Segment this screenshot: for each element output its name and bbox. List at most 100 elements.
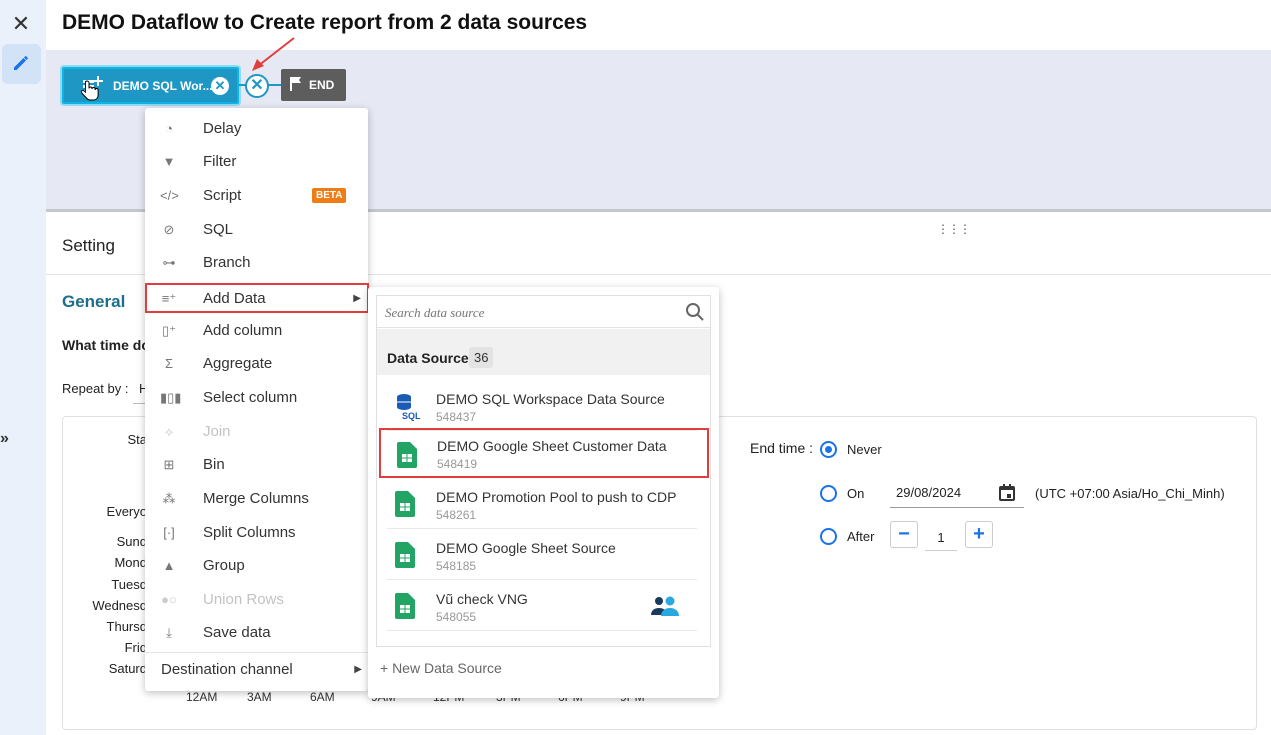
menu-item-branch[interactable]: ⊶ Branch bbox=[145, 247, 368, 279]
save-icon: ⤓ bbox=[166, 625, 172, 640]
increment-button[interactable]: + bbox=[965, 521, 993, 548]
menu-item-label: Add Data bbox=[203, 290, 266, 307]
page-title: DEMO Dataflow to Create report from 2 da… bbox=[62, 11, 588, 34]
data-source-id: 548185 bbox=[436, 559, 477, 573]
data-source-item[interactable]: DEMO Promotion Pool to push to CDP 54826… bbox=[387, 479, 697, 529]
menu-item-label: Group bbox=[203, 557, 245, 574]
calendar-icon[interactable] bbox=[998, 484, 1016, 502]
menu-item-label: Filter bbox=[203, 153, 237, 170]
shared-users-icon bbox=[651, 596, 679, 616]
decrement-button[interactable]: − bbox=[890, 521, 918, 548]
day-label: Sund bbox=[116, 534, 147, 549]
hour-label: 6AM bbox=[310, 690, 335, 704]
resize-handle-icon[interactable]: ⋮⋮⋮ bbox=[937, 222, 971, 236]
sigma-icon: Σ bbox=[164, 356, 174, 371]
search-icon[interactable] bbox=[685, 302, 705, 322]
menu-item-label: Split Columns bbox=[203, 524, 296, 541]
beta-badge: BETA bbox=[312, 188, 347, 203]
menu-item-select-column[interactable]: ▮▯▮ Select column bbox=[145, 382, 368, 414]
menu-item-delay[interactable]: ◔ Delay bbox=[145, 113, 368, 145]
hour-label: 3AM bbox=[247, 690, 272, 704]
data-source-name: DEMO Google Sheet Source bbox=[436, 540, 616, 556]
select-column-icon: ▮▯▮ bbox=[160, 390, 182, 405]
menu-item-add-data[interactable]: ≡⁺ Add Data ▶ bbox=[145, 283, 369, 313]
menu-item-label: Bin bbox=[203, 456, 225, 473]
menu-item-script[interactable]: </> Script BETA bbox=[145, 180, 368, 212]
menu-item-filter[interactable]: ▼ Filter bbox=[145, 146, 368, 178]
hand-cursor-icon bbox=[81, 80, 99, 101]
menu-item-label: Add column bbox=[203, 322, 283, 339]
edit-button[interactable] bbox=[2, 44, 41, 84]
data-source-list-box: Data Source: 36 SQL DEMO SQL Workspace D… bbox=[376, 295, 711, 647]
branch-icon: ⊶ bbox=[162, 255, 176, 270]
hour-label: 12AM bbox=[186, 690, 218, 704]
menu-item-bin[interactable]: ⊞ Bin bbox=[145, 449, 368, 481]
menu-item-label: Save data bbox=[203, 624, 271, 641]
schedule-question: What time do bbox=[62, 337, 150, 353]
data-source-item[interactable]: DEMO Google Sheet Source 548185 bbox=[387, 530, 697, 580]
menu-item-label: Join bbox=[203, 423, 231, 440]
new-data-source-link[interactable]: + New Data Source bbox=[380, 660, 502, 676]
google-sheet-icon bbox=[397, 442, 417, 468]
annotation-arrow-icon bbox=[252, 37, 295, 71]
menu-item-save-data[interactable]: ⤓ Save data bbox=[145, 617, 368, 649]
menu-item-destination-channel[interactable]: Destination channel bbox=[161, 661, 293, 678]
menu-item-split-columns[interactable]: [·] Split Columns bbox=[145, 517, 368, 549]
menu-item-aggregate[interactable]: Σ Aggregate bbox=[145, 348, 368, 380]
end-after-radio[interactable] bbox=[820, 528, 837, 545]
menu-item-add-column[interactable]: ▯⁺ Add column bbox=[145, 315, 368, 347]
menu-item-label: Aggregate bbox=[203, 355, 273, 372]
general-section-title: General bbox=[62, 292, 126, 311]
remove-node-icon[interactable]: ✕ bbox=[211, 77, 229, 95]
day-label: Sta bbox=[127, 432, 147, 447]
end-on-radio[interactable] bbox=[820, 485, 837, 502]
end-time-label: End time : bbox=[750, 440, 814, 456]
menu-item-label: Delay bbox=[203, 120, 242, 137]
day-label: Tuesd bbox=[111, 577, 147, 592]
after-count-input[interactable]: 1 bbox=[925, 523, 957, 551]
merge-icon: ⁂ bbox=[162, 491, 176, 506]
menu-item-sql[interactable]: ⊘ SQL bbox=[145, 214, 368, 246]
connector-add-icon[interactable]: ✕ bbox=[245, 74, 269, 98]
data-source-count-badge: 36 bbox=[469, 347, 494, 368]
data-source-item[interactable]: Vũ check VNG 548055 bbox=[387, 581, 697, 631]
menu-item-label: Select column bbox=[203, 389, 298, 406]
split-icon: [·] bbox=[163, 525, 175, 540]
expand-icon[interactable]: » bbox=[0, 430, 18, 450]
submenu-chevron-icon: ▶ bbox=[353, 293, 361, 304]
end-node-label: END bbox=[309, 78, 335, 92]
menu-item-merge-columns[interactable]: ⁂ Merge Columns bbox=[145, 483, 368, 515]
data-source-name: Vũ check VNG bbox=[436, 591, 528, 607]
menu-item-label: SQL bbox=[203, 221, 234, 238]
close-icon[interactable]: ✕ bbox=[9, 12, 33, 36]
day-label: Wednesd bbox=[92, 598, 147, 613]
repeat-label: Repeat by : bbox=[62, 381, 129, 396]
data-source-item-selected[interactable]: DEMO Google Sheet Customer Data 548419 bbox=[379, 428, 709, 478]
join-icon: ⟡ bbox=[164, 424, 174, 439]
data-source-id: 548261 bbox=[436, 508, 477, 522]
data-source-id: 548419 bbox=[437, 457, 478, 471]
menu-item-label: Union Rows bbox=[203, 591, 284, 608]
day-label: Frid bbox=[124, 640, 147, 655]
data-source-item[interactable]: SQL DEMO SQL Workspace Data Source 54843… bbox=[387, 381, 697, 431]
day-label: Mond bbox=[114, 555, 147, 570]
sql-icon: ⊘ bbox=[163, 222, 175, 237]
search-input[interactable] bbox=[385, 304, 675, 322]
day-label: Saturd bbox=[108, 661, 147, 676]
filter-icon: ▼ bbox=[162, 154, 176, 169]
menu-item-union-rows: ●○ Union Rows bbox=[145, 584, 368, 616]
svg-text:SQL: SQL bbox=[402, 411, 421, 421]
menu-item-label: Script bbox=[203, 187, 242, 204]
data-source-search bbox=[377, 296, 710, 328]
day-label: Everyo bbox=[106, 504, 147, 519]
menu-item-group[interactable]: ▲ Group bbox=[145, 550, 368, 582]
data-source-name: DEMO Promotion Pool to push to CDP bbox=[436, 489, 677, 505]
end-never-radio[interactable] bbox=[820, 441, 837, 458]
submenu-chevron-icon: ▶ bbox=[354, 664, 362, 675]
bin-icon: ⊞ bbox=[163, 457, 175, 472]
data-source-id: 548437 bbox=[436, 410, 477, 424]
data-source-name: DEMO Google Sheet Customer Data bbox=[437, 438, 667, 454]
end-after-label: After bbox=[847, 529, 875, 544]
menu-divider bbox=[145, 652, 368, 653]
data-source-id: 548055 bbox=[436, 610, 477, 624]
